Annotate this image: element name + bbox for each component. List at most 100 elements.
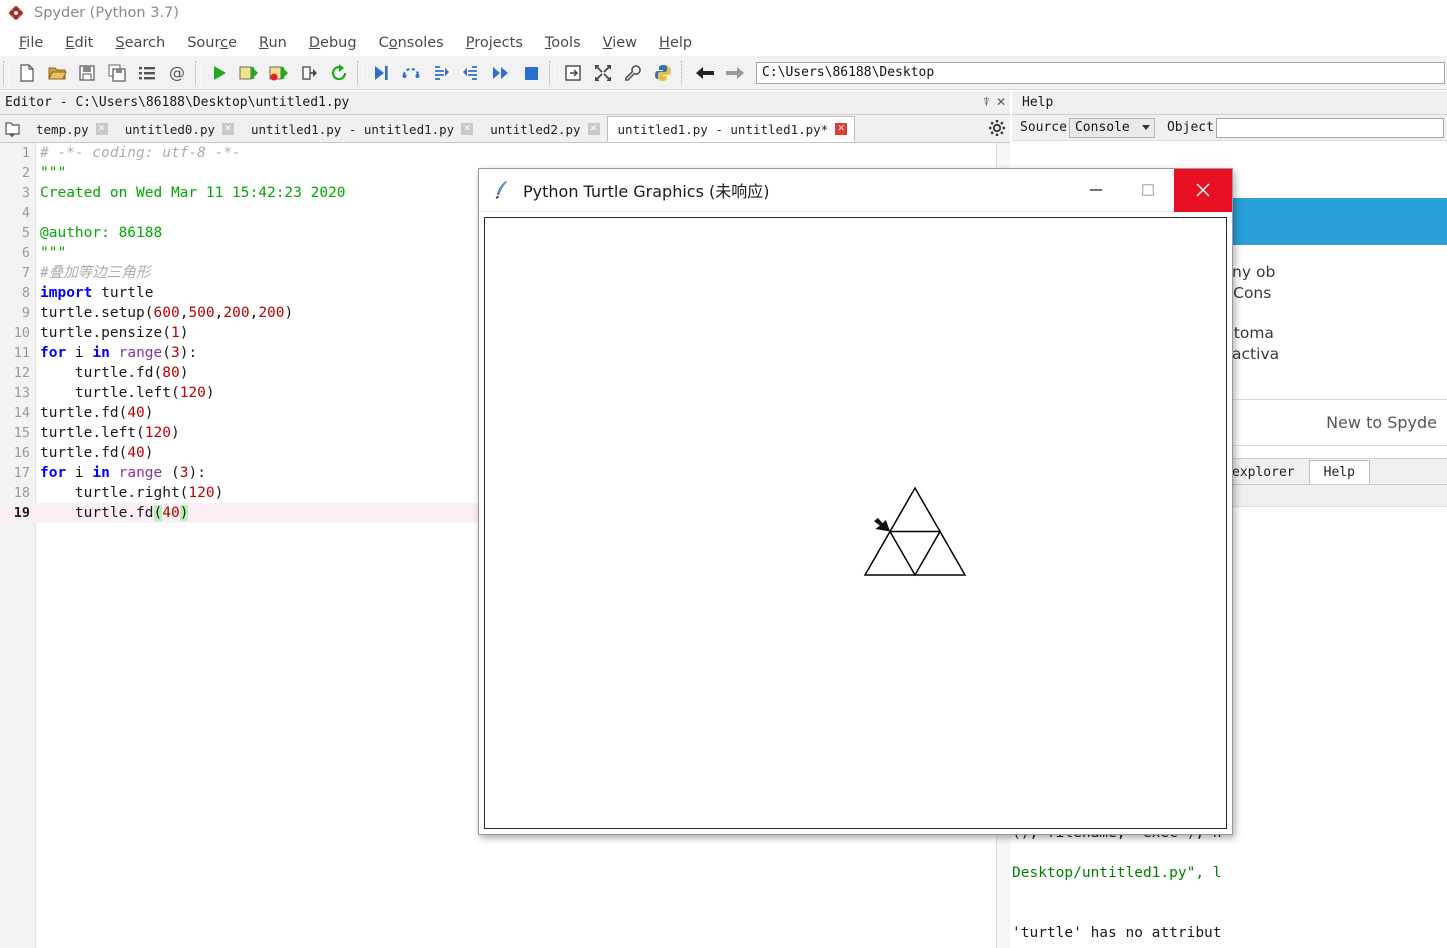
line-number: 7 <box>21 265 30 281</box>
save-all-icon[interactable] <box>102 58 132 88</box>
line-number: 10 <box>13 325 30 341</box>
editor-tabbar-right <box>988 119 1010 142</box>
run-cell-icon[interactable] <box>234 58 264 88</box>
code-text: turtle.left(120) <box>40 425 180 441</box>
maximize-button[interactable] <box>1122 169 1174 212</box>
code-text: """ <box>40 165 67 181</box>
code-text: for i in range (3): <box>40 465 206 481</box>
code-text: #叠加等边三角形 <box>40 265 151 281</box>
debug-file-icon[interactable] <box>366 58 396 88</box>
code-line[interactable]: 19 turtle.fd(40) <box>0 503 478 523</box>
stop-debug-icon[interactable] <box>516 58 546 88</box>
close-tab-icon[interactable]: ✕ <box>95 123 108 135</box>
code-text: turtle.fd(40) <box>40 405 154 421</box>
main-toolbar: @ C:\Users\86188\Desktop <box>0 56 1447 90</box>
turtle-drawing <box>863 486 967 577</box>
close-button[interactable] <box>1174 168 1232 212</box>
menu-debug[interactable]: Debug <box>298 33 368 53</box>
toolbar-handle-3[interactable] <box>357 60 363 85</box>
editor-tab-label: temp.py <box>36 121 89 137</box>
working-directory-input[interactable]: C:\Users\86188\Desktop <box>756 61 1445 84</box>
menu-run[interactable]: Run <box>248 33 298 53</box>
console-tab[interactable]: Help <box>1308 460 1370 484</box>
help-object-label: Object <box>1166 120 1214 135</box>
python-turtle-graphics-window: Python Turtle Graphics (未响应) <box>478 168 1233 835</box>
toolbar-handle[interactable] <box>3 60 9 85</box>
find-symbol-icon[interactable]: @ <box>162 58 192 88</box>
line-number: 2 <box>21 165 30 181</box>
menu-source[interactable]: Source <box>176 33 248 53</box>
code-text: @author: 86188 <box>40 225 163 241</box>
code-text: # -*- coding: utf-8 -*- <box>40 145 241 161</box>
menu-file[interactable]: File <box>8 33 54 53</box>
close-pane-icon[interactable]: ✕ <box>996 94 1006 110</box>
save-file-icon[interactable] <box>72 58 102 88</box>
close-tab-icon[interactable]: ✕ <box>835 123 848 135</box>
arrow-back-icon[interactable] <box>690 58 720 88</box>
editor-tab[interactable]: temp.py ✕ <box>26 116 115 142</box>
menu-search[interactable]: Search <box>104 33 176 53</box>
menu-tools[interactable]: Tools <box>534 33 592 53</box>
run-selection-icon[interactable] <box>294 58 324 88</box>
new-file-icon[interactable] <box>12 58 42 88</box>
fullscreen-icon[interactable] <box>588 58 618 88</box>
editor-pane-header: Editor - C:\Users\86188\Desktop\untitled… <box>0 91 1010 115</box>
turtle-canvas[interactable] <box>484 217 1227 829</box>
file-list-icon[interactable] <box>132 58 162 88</box>
help-source-select[interactable]: Console <box>1068 117 1155 138</box>
code-text: Created on Wed Mar 11 15:42:23 2020 <box>40 185 346 201</box>
step-into-icon[interactable] <box>426 58 456 88</box>
line-number: 9 <box>21 305 30 321</box>
pythonpath-icon[interactable] <box>648 58 678 88</box>
line-number: 11 <box>13 345 30 361</box>
new-to-spyder-link[interactable]: New to Spyde <box>1326 413 1437 432</box>
editor-tab-label: untitled0.py <box>124 121 215 137</box>
turtle-cursor <box>873 517 890 532</box>
close-tab-icon[interactable]: ✕ <box>461 123 474 135</box>
step-return-icon[interactable] <box>456 58 486 88</box>
open-file-icon[interactable] <box>42 58 72 88</box>
run-cell-advance-icon[interactable] <box>264 58 294 88</box>
continue-icon[interactable] <box>486 58 516 88</box>
window-titlebar: Spyder (Python 3.7) <box>0 0 1447 26</box>
code-line[interactable]: 1 # -*- coding: utf-8 -*- <box>0 143 1010 163</box>
browse-tabs-icon[interactable] <box>0 116 26 142</box>
rerun-icon[interactable] <box>324 58 354 88</box>
menu-view[interactable]: View <box>592 33 648 53</box>
minimize-button[interactable] <box>1070 169 1122 212</box>
toolbar-handle-4[interactable] <box>549 60 555 85</box>
turtle-window-titlebar[interactable]: Python Turtle Graphics (未响应) <box>479 168 1232 212</box>
menu-projects[interactable]: Projects <box>455 33 534 53</box>
python-feather-icon <box>493 179 511 201</box>
editor-tab[interactable]: untitled0.py ✕ <box>114 116 241 142</box>
editor-tab[interactable]: untitled1.py - untitled1.py ✕ <box>241 116 481 142</box>
svg-text:@: @ <box>169 63 185 82</box>
toolbar-handle-2[interactable] <box>195 60 201 85</box>
help-object-input[interactable] <box>1215 117 1444 138</box>
run-file-icon[interactable] <box>204 58 234 88</box>
close-tab-icon[interactable]: ✕ <box>222 123 234 135</box>
working-directory-value: C:\Users\86188\Desktop <box>762 65 935 80</box>
maximize-pane-icon[interactable] <box>558 58 588 88</box>
help-toolbar: Source Console Object <box>1012 115 1447 141</box>
spyder-main-window: Spyder (Python 3.7) File Edit Search Source… <box>0 0 1447 948</box>
arrow-forward-icon[interactable] <box>720 58 750 88</box>
code-text: turtle.fd(40) <box>40 445 154 461</box>
step-over-icon[interactable] <box>396 58 426 88</box>
code-text: turtle.setup(600,500,200,200) <box>40 305 294 321</box>
menu-help[interactable]: Help <box>648 33 703 53</box>
menu-edit[interactable]: Edit <box>54 33 104 53</box>
preferences-icon[interactable] <box>618 58 648 88</box>
editor-tab-label: untitled2.py <box>490 121 581 137</box>
options-gear-icon[interactable] <box>988 119 1006 142</box>
editor-pane-controls: ⍒ ✕ <box>983 94 1006 110</box>
editor-tab[interactable]: untitled2.py ✕ <box>480 116 607 142</box>
toolbar-handle-5[interactable] <box>681 60 687 85</box>
line-number: 19 <box>13 505 30 521</box>
close-tab-icon[interactable]: ✕ <box>587 123 600 135</box>
editor-pane-title: Editor - C:\Users\86188\Desktop\untitled… <box>5 95 350 110</box>
code-text: import turtle <box>40 285 154 301</box>
editor-tab[interactable]: untitled1.py - untitled1.py* ✕ <box>606 116 856 142</box>
menu-consoles[interactable]: Consoles <box>368 33 455 53</box>
undock-pane-icon[interactable]: ⍒ <box>983 94 990 110</box>
